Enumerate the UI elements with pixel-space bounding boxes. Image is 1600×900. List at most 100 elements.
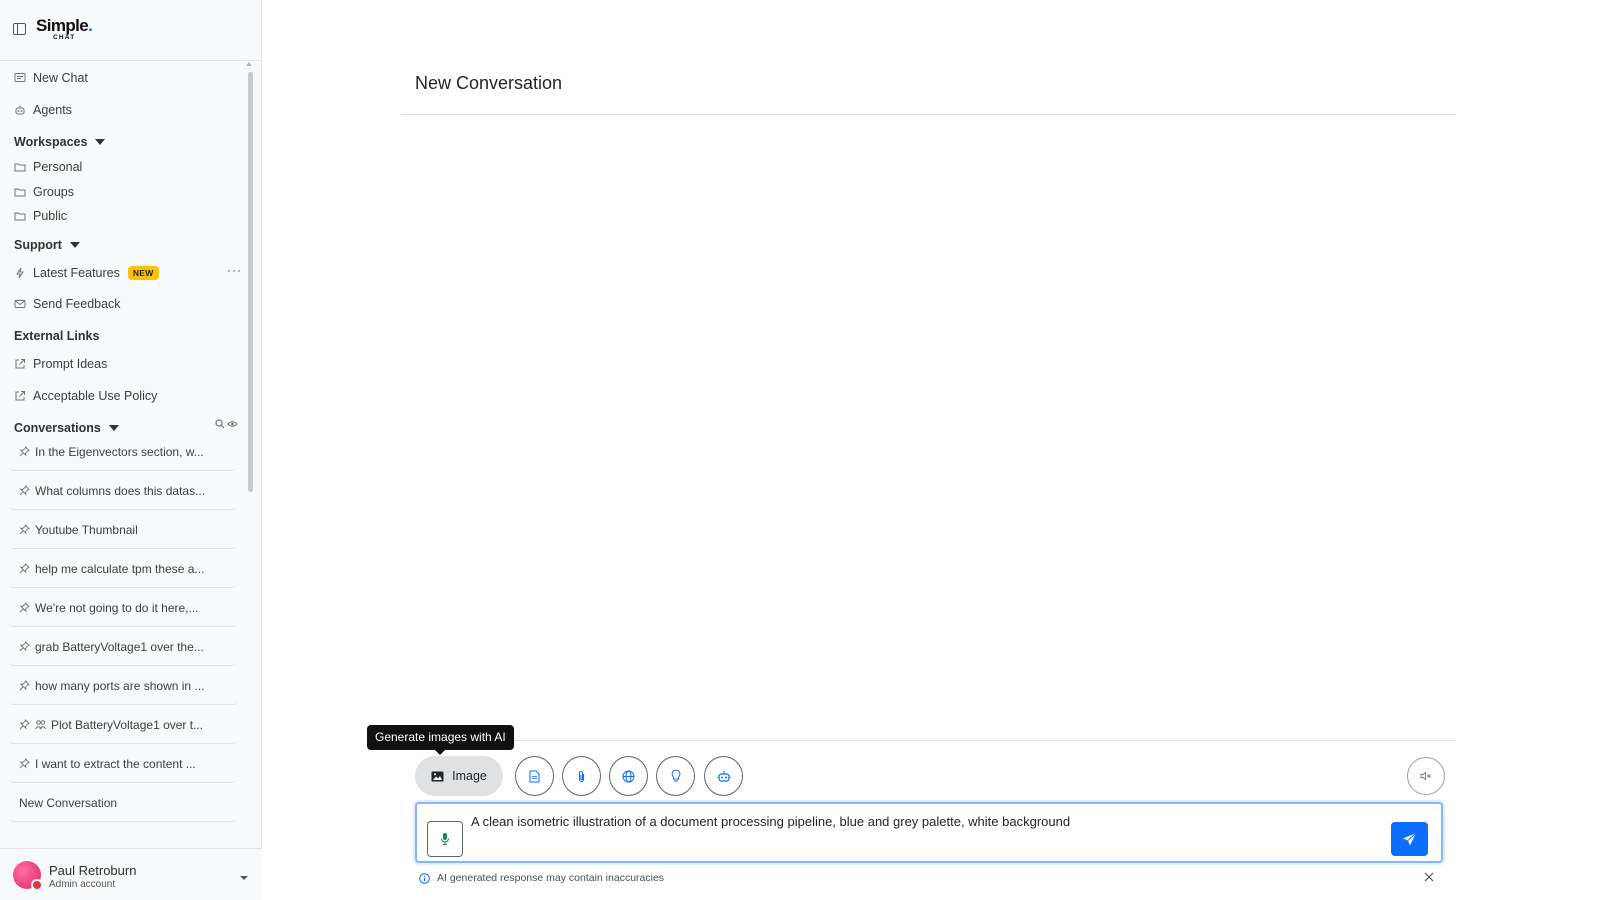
new-badge: NEW bbox=[127, 266, 159, 280]
reasoning-button[interactable] bbox=[656, 756, 695, 796]
image-tooltip: Generate images with AI bbox=[367, 725, 514, 755]
workspaces-heading[interactable]: Workspaces bbox=[14, 133, 106, 151]
composer-divider bbox=[401, 740, 1456, 741]
pin-icon bbox=[19, 719, 30, 730]
folder-icon bbox=[14, 163, 26, 172]
scroll-up-arrow[interactable] bbox=[246, 62, 252, 66]
conversation-title: Plot BatteryVoltage1 over t... bbox=[51, 717, 204, 732]
conversation-item[interactable]: We're not going to do it here,... bbox=[9, 589, 237, 627]
close-icon[interactable] bbox=[1424, 872, 1434, 882]
conversation-item[interactable]: help me calculate tpm these a... bbox=[9, 550, 237, 588]
image-generation-button[interactable]: Image bbox=[415, 756, 503, 796]
image-icon bbox=[431, 771, 444, 781]
conversation-item[interactable]: Plot BatteryVoltage1 over t... bbox=[9, 706, 237, 744]
external-link-icon bbox=[15, 359, 25, 369]
caret-down-icon bbox=[95, 139, 106, 145]
globe-icon bbox=[622, 770, 635, 782]
sidebar: Simple. CHAT New Chat Agents Workspaces … bbox=[0, 0, 262, 900]
message-composer[interactable]: A clean isometric illustration of a docu… bbox=[415, 802, 1443, 863]
user-name: Paul Retroburn bbox=[49, 863, 137, 878]
mute-speech-button[interactable] bbox=[1407, 757, 1445, 795]
pin-icon bbox=[19, 680, 30, 691]
title-divider bbox=[401, 114, 1456, 115]
search-icon[interactable] bbox=[215, 419, 225, 429]
more-options-icon[interactable]: ··· bbox=[227, 263, 242, 277]
sidebar-item-label: Personal bbox=[33, 160, 83, 174]
logo-dot: . bbox=[88, 16, 93, 35]
conversation-item[interactable]: how many ports are shown in ... bbox=[9, 667, 237, 705]
sidebar-item-agents[interactable]: Agents bbox=[14, 101, 72, 119]
caret-down-icon bbox=[108, 425, 119, 431]
folder-icon bbox=[14, 212, 26, 221]
attach-file-button[interactable] bbox=[562, 756, 601, 796]
conversation-item[interactable]: I want to extract the content ... bbox=[9, 745, 237, 783]
robot-icon bbox=[717, 770, 730, 782]
pin-icon bbox=[19, 485, 30, 496]
pin-icon bbox=[19, 641, 30, 652]
sidebar-scrollbar[interactable] bbox=[248, 72, 253, 492]
sidebar-item-latest-features[interactable]: Latest Features NEW bbox=[14, 264, 159, 282]
workspaces-heading-label: Workspaces bbox=[14, 135, 88, 149]
disclaimer: AI generated response may contain inaccu… bbox=[419, 872, 664, 884]
web-search-button[interactable] bbox=[609, 756, 648, 796]
conversation-item[interactable]: What columns does this datas... bbox=[9, 472, 237, 510]
conversation-title: how many ports are shown in ... bbox=[35, 678, 205, 693]
external-links-heading: External Links bbox=[14, 327, 99, 345]
paperclip-icon bbox=[579, 770, 584, 782]
send-icon bbox=[1403, 832, 1417, 845]
sidebar-item-label: Prompt Ideas bbox=[33, 357, 108, 371]
sidebar-item-label: Latest Features bbox=[33, 266, 120, 280]
sidebar-item-label: Public bbox=[33, 209, 68, 223]
conversation-title: I want to extract the content ... bbox=[35, 756, 196, 771]
sidebar-toggle-icon[interactable] bbox=[13, 23, 26, 35]
conversation-title: In the Eigenvectors section, w... bbox=[35, 444, 204, 459]
conversation-item-new[interactable]: New Conversation bbox=[9, 784, 237, 822]
sidebar-item-new-chat[interactable]: New Chat bbox=[14, 69, 88, 87]
sidebar-item-acceptable-use-policy[interactable]: Acceptable Use Policy bbox=[14, 387, 157, 405]
conversation-title: Youtube Thumbnail bbox=[35, 522, 138, 537]
robot-icon bbox=[15, 105, 25, 115]
sidebar-item-groups[interactable]: Groups bbox=[14, 183, 74, 201]
conversation-title: New Conversation bbox=[19, 795, 118, 810]
info-icon bbox=[419, 872, 430, 884]
agent-button[interactable] bbox=[704, 756, 743, 796]
user-menu[interactable]: Paul Retroburn Admin account bbox=[0, 848, 262, 900]
user-role: Admin account bbox=[49, 879, 116, 890]
sidebar-item-send-feedback[interactable]: Send Feedback bbox=[14, 295, 121, 313]
pin-icon bbox=[19, 758, 30, 769]
pin-icon bbox=[19, 563, 30, 574]
status-dot bbox=[31, 879, 43, 891]
lightbulb-icon bbox=[671, 769, 680, 782]
send-button[interactable] bbox=[1391, 822, 1428, 856]
sidebar-item-label: New Chat bbox=[33, 71, 88, 85]
folder-icon bbox=[14, 188, 26, 197]
sidebar-item-personal[interactable]: Personal bbox=[14, 158, 82, 176]
sidebar-item-label: Acceptable Use Policy bbox=[33, 389, 158, 403]
conversation-item[interactable]: grab BatteryVoltage1 over the... bbox=[9, 628, 237, 666]
document-icon bbox=[529, 770, 540, 782]
caret-down-icon bbox=[69, 242, 80, 248]
voice-input-button[interactable] bbox=[427, 821, 463, 857]
sidebar-item-public[interactable]: Public bbox=[14, 207, 67, 225]
support-heading[interactable]: Support bbox=[14, 236, 80, 254]
lightning-icon bbox=[16, 267, 24, 279]
sidebar-item-label: Agents bbox=[33, 103, 72, 117]
support-heading-label: Support bbox=[14, 238, 62, 252]
sidebar-item-label: Groups bbox=[33, 185, 74, 199]
avatar bbox=[13, 861, 43, 891]
brand-header: Simple. CHAT bbox=[0, 0, 262, 61]
document-button[interactable] bbox=[515, 756, 554, 796]
message-input[interactable]: A clean isometric illustration of a docu… bbox=[471, 814, 1070, 829]
chat-icon bbox=[14, 73, 26, 82]
sidebar-nav: New Chat Agents Workspaces Personal Grou… bbox=[0, 61, 262, 847]
chevron-down-icon[interactable] bbox=[240, 876, 248, 880]
conversation-title: We're not going to do it here,... bbox=[35, 600, 199, 615]
conversation-item[interactable]: In the Eigenvectors section, w... bbox=[9, 433, 237, 471]
eye-icon[interactable] bbox=[227, 419, 238, 429]
app-logo[interactable]: Simple. CHAT bbox=[36, 16, 93, 42]
disclaimer-text: AI generated response may contain inaccu… bbox=[437, 872, 665, 884]
image-button-label: Image bbox=[452, 769, 487, 783]
conversation-item[interactable]: Youtube Thumbnail bbox=[9, 511, 237, 549]
logo-main-text: Simple bbox=[36, 16, 89, 35]
sidebar-item-prompt-ideas[interactable]: Prompt Ideas bbox=[14, 355, 107, 373]
